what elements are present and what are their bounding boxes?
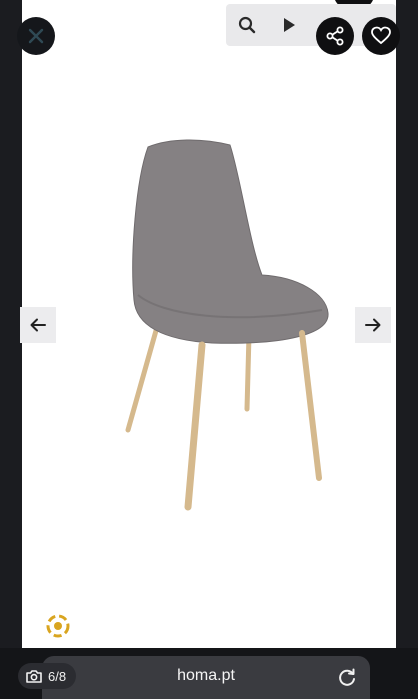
close-button[interactable] xyxy=(17,17,55,55)
share-button[interactable] xyxy=(316,17,354,55)
play-icon[interactable] xyxy=(276,12,302,38)
next-image-button[interactable] xyxy=(355,307,391,343)
url-text[interactable]: homa.pt xyxy=(42,667,370,685)
search-icon[interactable] xyxy=(234,12,260,38)
reload-icon[interactable] xyxy=(336,667,358,689)
close-icon xyxy=(28,28,44,44)
image-viewer[interactable] xyxy=(22,0,396,648)
counter-text: 6/8 xyxy=(48,668,67,684)
address-bar[interactable]: homa.pt xyxy=(42,656,370,699)
share-icon xyxy=(326,26,344,46)
arrow-right-icon xyxy=(365,318,381,332)
heart-icon xyxy=(371,26,391,45)
previous-image-button[interactable] xyxy=(20,307,56,343)
favorite-button[interactable] xyxy=(362,17,400,55)
arrow-left-icon xyxy=(30,318,46,332)
camera-icon xyxy=(26,670,42,683)
chair-image xyxy=(125,139,329,511)
loading-badge-icon xyxy=(44,612,72,640)
image-counter: 6/8 xyxy=(18,663,77,689)
